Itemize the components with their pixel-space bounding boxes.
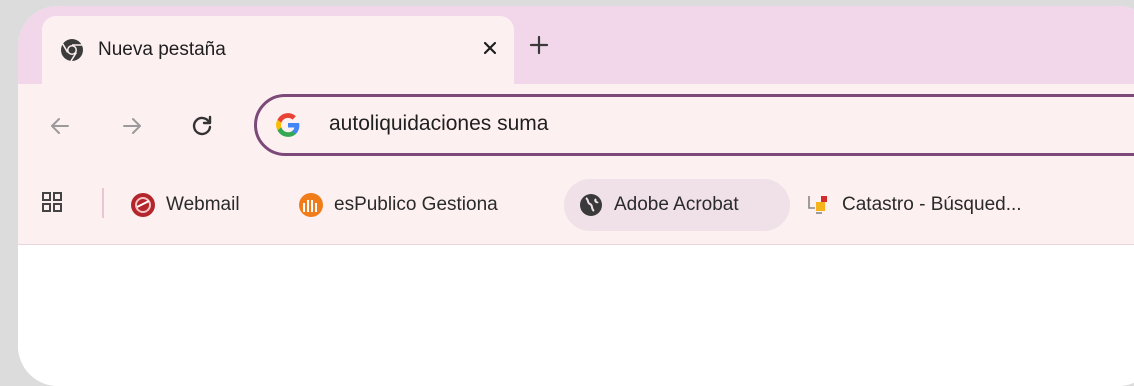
tab-new-tab[interactable]: Nueva pestaña <box>42 16 514 94</box>
bookmark-label: Adobe Acrobat <box>614 194 739 215</box>
bookmark-catastro[interactable]: Catastro - Búsqued... <box>806 179 1022 231</box>
page-content <box>18 245 1134 386</box>
bookmarks-bar: Webmail esPublico Gestiona Adobe Acrobat <box>18 174 1134 234</box>
close-icon[interactable] <box>478 36 502 60</box>
bookmark-label: Webmail <box>166 194 240 215</box>
reload-button[interactable] <box>188 112 216 140</box>
bookmark-label: Catastro - Búsqued... <box>842 194 1022 215</box>
apps-grid-icon[interactable] <box>42 192 62 212</box>
address-text[interactable]: autoliquidaciones suma <box>329 112 548 136</box>
espublico-icon <box>299 193 323 217</box>
forward-button[interactable] <box>118 112 146 140</box>
new-tab-button[interactable] <box>526 32 552 58</box>
address-bar[interactable]: autoliquidaciones suma <box>254 94 1134 156</box>
catastro-icon <box>808 196 827 214</box>
tab-strip: Nueva pestaña <box>18 6 1134 94</box>
tab-title: Nueva pestaña <box>98 39 226 60</box>
bookmark-webmail[interactable]: Webmail <box>130 179 240 231</box>
bookmarks-separator <box>102 188 104 218</box>
google-icon <box>276 113 300 137</box>
browser-window: Nueva pestaña autoliquidaciones suma Web… <box>18 6 1134 386</box>
bookmark-label: esPublico Gestiona <box>334 194 498 215</box>
chrome-icon <box>61 39 83 62</box>
globe-icon <box>580 194 602 216</box>
back-button[interactable] <box>46 112 74 140</box>
bookmark-espublico-gestiona[interactable]: esPublico Gestiona <box>298 179 498 231</box>
toolbar: autoliquidaciones suma Webmail esPublico… <box>18 84 1134 245</box>
bookmark-adobe-acrobat[interactable]: Adobe Acrobat <box>564 179 790 231</box>
webmail-icon <box>131 193 155 217</box>
